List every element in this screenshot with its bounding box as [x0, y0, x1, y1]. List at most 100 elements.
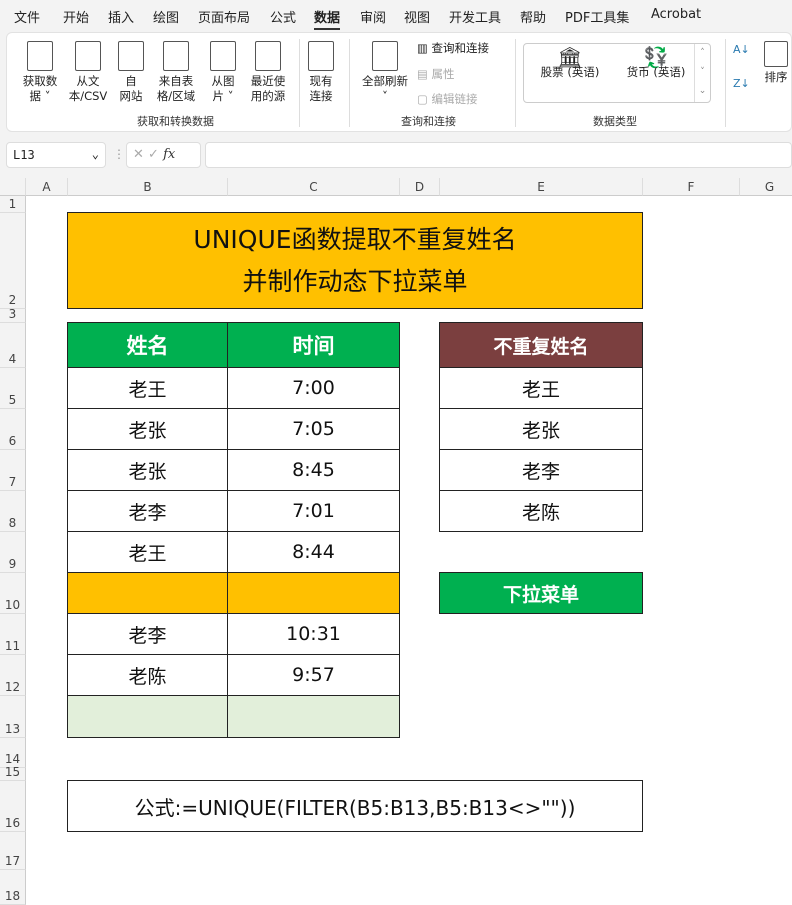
- menu-tab[interactable]: 开始: [63, 7, 89, 26]
- row-header[interactable]: 13: [0, 696, 26, 738]
- queries-connections-button[interactable]: ▥ 查询和连接: [417, 40, 489, 56]
- name-box[interactable]: L13 ⌄: [6, 142, 106, 168]
- menu-tab[interactable]: PDF工具集: [565, 7, 629, 26]
- time-cell[interactable]: 7:05: [227, 408, 400, 450]
- time-cell[interactable]: 8:44: [227, 531, 400, 573]
- row-number: 17: [4, 854, 21, 868]
- row-header[interactable]: 15: [0, 765, 26, 781]
- column-header[interactable]: E: [440, 178, 643, 196]
- fx-icon[interactable]: fx: [163, 147, 175, 162]
- row-number: 3: [8, 307, 17, 321]
- column-header[interactable]: B: [68, 178, 228, 196]
- header-time[interactable]: 时间: [227, 322, 400, 368]
- time-cell[interactable]: 7:01: [227, 490, 400, 532]
- time-cell[interactable]: 10:31: [227, 613, 400, 655]
- label: 片 ˅: [212, 89, 234, 103]
- label: 查询和连接: [431, 41, 490, 55]
- menu-tab[interactable]: 数据: [314, 7, 341, 30]
- row-header[interactable]: 12: [0, 655, 26, 696]
- unique-cell[interactable]: 老陈: [439, 490, 643, 532]
- file-icon: [75, 41, 101, 71]
- column-header[interactable]: C: [228, 178, 400, 196]
- name-cell[interactable]: 老张: [67, 449, 228, 491]
- row-header[interactable]: 3: [0, 307, 26, 323]
- row-number: 10: [4, 598, 21, 612]
- row-header[interactable]: 7: [0, 450, 26, 491]
- row-header[interactable]: 18: [0, 870, 26, 905]
- time-cell[interactable]: 7:00: [227, 367, 400, 409]
- from-web-button[interactable]: 自网站: [111, 41, 151, 104]
- row-header[interactable]: 2: [0, 213, 26, 309]
- name-cell[interactable]: 老李: [67, 490, 228, 532]
- name-cell[interactable]: [67, 695, 228, 738]
- select-all[interactable]: [0, 178, 26, 196]
- menu-tab[interactable]: 审阅: [360, 7, 386, 26]
- menu-tab[interactable]: 开发工具: [449, 7, 501, 26]
- sort-za-button[interactable]: Z↓: [733, 77, 750, 90]
- cancel-icon[interactable]: ✕: [133, 147, 144, 162]
- menu-tab[interactable]: 绘图: [153, 7, 179, 26]
- row-number: 1: [8, 197, 17, 211]
- from-picture-button[interactable]: 从图片 ˅: [201, 41, 245, 104]
- header-name[interactable]: 姓名: [67, 322, 228, 368]
- menu-tab[interactable]: 插入: [108, 7, 134, 26]
- time-cell[interactable]: 8:45: [227, 449, 400, 491]
- menu-tab[interactable]: Acrobat: [651, 7, 701, 22]
- menu-tab[interactable]: 视图: [404, 7, 430, 26]
- menu-tab[interactable]: 帮助: [520, 7, 546, 26]
- title-cell[interactable]: UNIQUE函数提取不重复姓名 并制作动态下拉菜单: [67, 212, 643, 309]
- row-header[interactable]: 4: [0, 323, 26, 368]
- formula-cell[interactable]: 公式:=UNIQUE(FILTER(B5:B13,B5:B13<>"")): [67, 780, 643, 832]
- row-header[interactable]: 10: [0, 573, 26, 614]
- name-cell[interactable]: 老王: [67, 531, 228, 573]
- sort-az-button[interactable]: A↓: [733, 43, 750, 56]
- row-header[interactable]: 6: [0, 409, 26, 450]
- label: 最近使: [250, 74, 286, 88]
- gallery-scroll[interactable]: ˄ ˅ ⌄: [694, 44, 710, 102]
- name-cell[interactable]: 老李: [67, 613, 228, 655]
- stocks-button[interactable]: 🏛 股票 (英语): [530, 47, 610, 80]
- check-icon[interactable]: ✓: [148, 147, 159, 162]
- edit-links-button[interactable]: ▢ 编辑链接: [417, 91, 478, 107]
- unique-cell[interactable]: 老李: [439, 449, 643, 491]
- sort-button[interactable]: 排序: [761, 41, 791, 85]
- from-text-csv-button[interactable]: 从文 本/CSV: [63, 41, 113, 104]
- currency-icon: 💱: [643, 45, 669, 69]
- row-header[interactable]: 8: [0, 491, 26, 532]
- row-header[interactable]: 5: [0, 368, 26, 409]
- unique-cell[interactable]: 老王: [439, 367, 643, 409]
- time-cell[interactable]: [227, 695, 400, 738]
- menu-tab[interactable]: 文件: [14, 7, 40, 26]
- existing-connections-button[interactable]: 现有 连接: [301, 41, 341, 104]
- name-cell[interactable]: 老陈: [67, 654, 228, 696]
- row-header[interactable]: 17: [0, 832, 26, 870]
- name-cell[interactable]: [67, 572, 228, 614]
- column-header[interactable]: A: [26, 178, 68, 196]
- name-cell[interactable]: 老张: [67, 408, 228, 450]
- label: 全部刷新: [362, 74, 408, 88]
- currency-button[interactable]: 💱 货币 (英语): [616, 45, 696, 80]
- from-table-button[interactable]: 来自表 格/区域: [153, 41, 199, 104]
- column-header[interactable]: D: [400, 178, 440, 196]
- formula-bar[interactable]: [205, 142, 792, 168]
- dropdown-cell[interactable]: 下拉菜单: [439, 572, 643, 614]
- menu-tab[interactable]: 公式: [270, 7, 296, 26]
- menu-bar: 文件 开始 插入 绘图 页面布局 公式 数据 审阅 视图 开发工具 帮助 PDF工具集 Acrobat: [0, 0, 792, 30]
- refresh-all-button[interactable]: 全部刷新 ˅: [357, 41, 413, 104]
- unique-cell[interactable]: 老张: [439, 408, 643, 450]
- row-header[interactable]: 16: [0, 781, 26, 832]
- unique-header[interactable]: 不重复姓名: [439, 322, 643, 368]
- row-header[interactable]: 11: [0, 614, 26, 655]
- column-header[interactable]: G: [740, 178, 792, 196]
- time-cell[interactable]: 9:57: [227, 654, 400, 696]
- menu-tab[interactable]: 页面布局: [198, 7, 250, 26]
- get-data-button[interactable]: 获取数据 ˅: [15, 41, 65, 104]
- time-cell[interactable]: [227, 572, 400, 614]
- name-cell[interactable]: 老王: [67, 367, 228, 409]
- column-header[interactable]: F: [643, 178, 740, 196]
- recent-sources-button[interactable]: 最近使 用的源: [245, 41, 291, 104]
- row-header[interactable]: 9: [0, 532, 26, 573]
- row-header[interactable]: 14: [0, 738, 26, 768]
- row-header[interactable]: 1: [0, 196, 26, 213]
- properties-button[interactable]: ▤ 属性: [417, 66, 455, 82]
